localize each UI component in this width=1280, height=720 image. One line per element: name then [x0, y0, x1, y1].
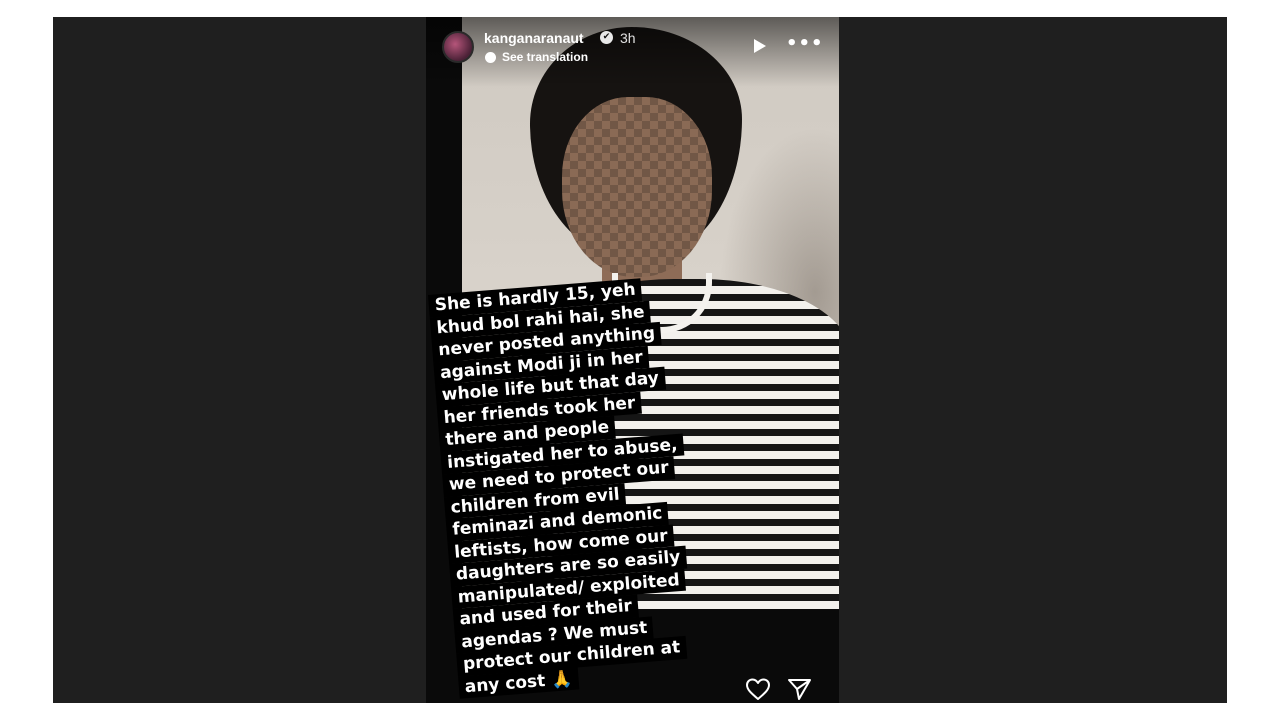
story-frame[interactable]: kanganaranaut ✔ 3h See translation ••• S…	[426, 17, 839, 703]
more-options-icon[interactable]: •••	[786, 33, 824, 54]
heart-icon[interactable]	[745, 677, 771, 701]
avatar[interactable]	[442, 31, 474, 63]
blurred-face	[562, 97, 712, 277]
username-link[interactable]: kanganaranaut	[484, 30, 584, 46]
post-timestamp: 3h	[620, 30, 636, 46]
story-header: kanganaranaut ✔ 3h See translation •••	[442, 29, 827, 69]
story-caption: She is hardly 15, yeh khud bol rahi hai, …	[428, 273, 744, 699]
story-viewer: ‹ kanganaranaut ✔ 3h See translation •••…	[53, 17, 1227, 703]
see-translation-link[interactable]: See translation	[502, 50, 588, 64]
verified-badge-icon: ✔	[600, 31, 613, 44]
send-share-icon[interactable]	[787, 678, 812, 701]
play-icon[interactable]	[754, 39, 766, 53]
translate-icon	[485, 52, 496, 63]
